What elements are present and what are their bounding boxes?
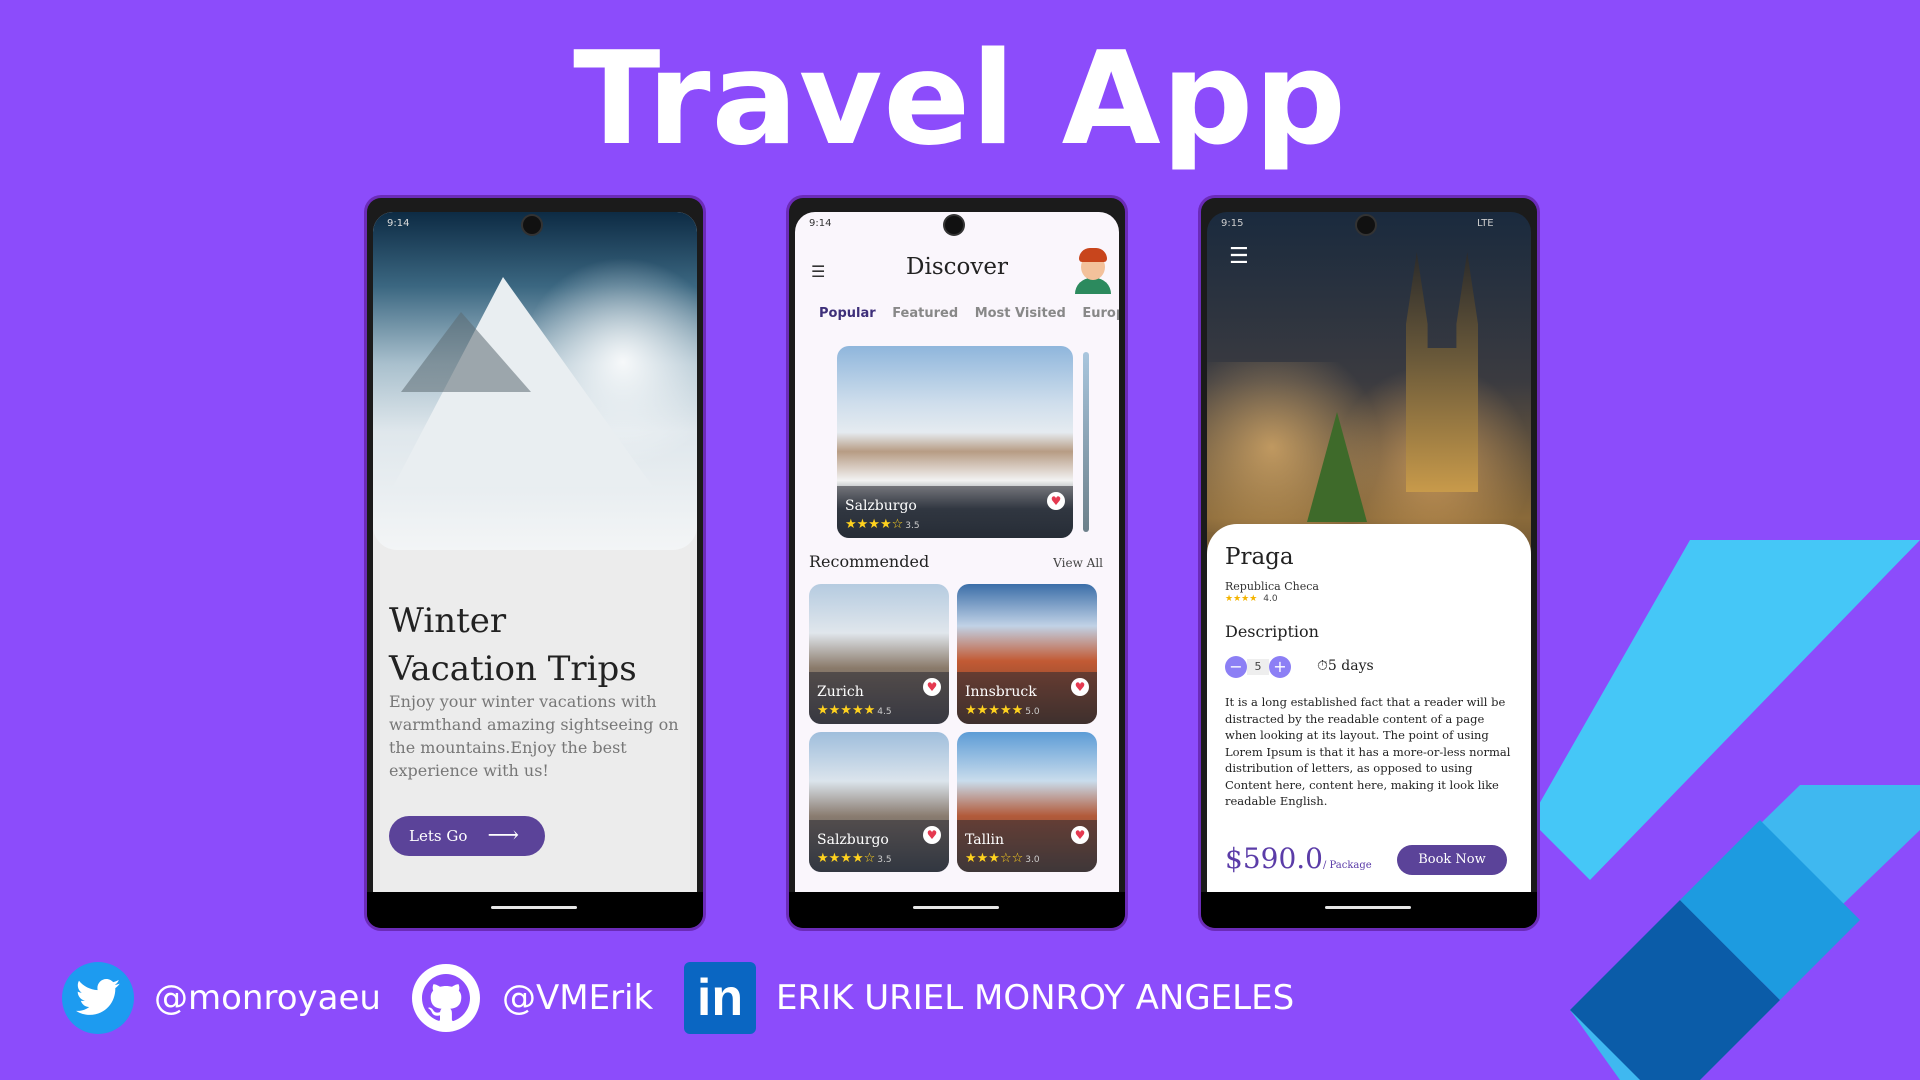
detail-sheet: Praga Republica Checa ★★★★ 4.0 Descriptio… <box>1207 524 1531 892</box>
avatar[interactable] <box>1075 248 1111 294</box>
intro-description: Enjoy your winter vacations with warmtha… <box>389 692 679 780</box>
christmas-tree-image <box>1307 412 1367 522</box>
rating-value: 5.0 <box>1025 707 1040 717</box>
intro-heading: Winter Vacation Trips <box>389 597 679 693</box>
tab-featured[interactable]: Featured <box>892 306 958 321</box>
category-tabs: Popular Featured Most Visited Europe <box>819 306 1119 321</box>
price-value: $590.0 <box>1225 842 1323 875</box>
card-name: Innsbruck <box>965 684 1037 700</box>
intro-heading-line2: Vacation Trips <box>389 649 637 689</box>
rating-value: 3.5 <box>905 521 920 531</box>
heart-icon[interactable]: ♥ <box>923 678 941 696</box>
github-icon <box>410 962 482 1034</box>
quantity-stepper: −5 + <box>1225 656 1291 678</box>
tab-popular[interactable]: Popular <box>819 306 876 321</box>
hero-card-rating: ★★★★☆ 3.5 <box>845 517 920 532</box>
star-icons: ★★★★☆ <box>817 851 876 866</box>
network-indicator: LTE <box>1477 218 1494 229</box>
recommended-card[interactable]: Tallin ★★★☆☆ 3.0 ♥ <box>957 732 1097 872</box>
recommended-card[interactable]: Innsbruck ★★★★★ 5.0 ♥ <box>957 584 1097 724</box>
flutter-logo <box>1530 540 1920 1080</box>
description-body: It is a long established fact that a rea… <box>1225 695 1511 808</box>
book-now-button[interactable]: Book Now <box>1397 845 1507 875</box>
status-time: 9:14 <box>809 218 832 229</box>
github-handle-text: @VMErik <box>502 978 654 1018</box>
camera-icon <box>523 216 541 234</box>
recommended-card[interactable]: Zurich ★★★★★ 4.5 ♥ <box>809 584 949 724</box>
linkedin-profile[interactable]: in ERIK URIEL MONROY ANGELES <box>684 960 1294 1036</box>
card-name: Salzburgo <box>817 832 889 848</box>
card-name: Tallin <box>965 832 1005 848</box>
page-title: Discover <box>906 254 1008 280</box>
rating-value: 3.0 <box>1025 855 1040 865</box>
star-icons: ★★★★☆ <box>845 517 904 532</box>
twitter-handle[interactable]: @monroyaeu <box>62 960 381 1036</box>
duration-value: 5 days <box>1327 658 1374 674</box>
card-rating: ★★★★☆ 3.5 <box>817 851 892 866</box>
status-time: 9:14 <box>387 218 410 229</box>
banner-title: Travel App <box>573 25 1347 174</box>
tab-most-visited[interactable]: Most Visited <box>975 306 1066 321</box>
next-card-peek[interactable] <box>1083 352 1089 532</box>
card-rating: ★★★★★ 5.0 <box>965 703 1040 718</box>
description-heading: Description <box>1225 622 1319 641</box>
rating-value: 4.0 <box>1263 594 1278 604</box>
intro-screen: 9:14 Winter Vacation Trips Enjoy your wi… <box>373 212 697 892</box>
home-indicator[interactable] <box>367 892 703 928</box>
rating-value: 3.5 <box>877 855 892 865</box>
city-rating: ★★★★ 4.0 <box>1225 594 1278 604</box>
camera-icon <box>945 216 963 234</box>
hero-card-salzburgo[interactable]: Salzburgo ★★★★☆ 3.5 ♥ <box>837 346 1073 538</box>
star-icons: ★★★★ <box>1225 594 1258 604</box>
github-handle[interactable]: @VMErik <box>410 960 653 1036</box>
tab-europe[interactable]: Europe <box>1082 306 1119 321</box>
minus-button[interactable]: − <box>1225 656 1247 678</box>
heart-icon[interactable]: ♥ <box>1071 826 1089 844</box>
card-rating: ★★★☆☆ 3.0 <box>965 851 1040 866</box>
home-indicator[interactable] <box>789 892 1125 928</box>
city-lights-image <box>1207 362 1531 532</box>
duration: ⏱5 days <box>1317 658 1374 674</box>
price-unit: / Package <box>1322 860 1372 871</box>
star-icons: ★★★★★ <box>817 703 876 718</box>
timer-icon: ⏱ <box>1317 658 1328 674</box>
twitter-icon <box>62 962 134 1034</box>
star-icons: ★★★★★ <box>965 703 1024 718</box>
phone-discover: 9:14 ☰ Discover Popular Featured Most Vi… <box>789 198 1125 928</box>
discover-screen: 9:14 ☰ Discover Popular Featured Most Vi… <box>795 212 1119 892</box>
recommended-heading: Recommended <box>809 552 930 571</box>
linkedin-icon: in <box>684 962 756 1034</box>
heart-icon[interactable]: ♥ <box>923 826 941 844</box>
detail-screen: 9:15 LTE ☰ Praga Republica Checa ★★★★ 4.0… <box>1207 212 1531 892</box>
city-name: Praga <box>1225 544 1294 570</box>
quantity-value: 5 <box>1247 659 1269 675</box>
card-rating: ★★★★★ 4.5 <box>817 703 892 718</box>
phone-detail: 9:15 LTE ☰ Praga Republica Checa ★★★★ 4.0… <box>1201 198 1537 928</box>
status-time: 9:15 <box>1221 218 1244 229</box>
phone-winter-intro: 9:14 Winter Vacation Trips Enjoy your wi… <box>367 198 703 928</box>
cathedral-image <box>1406 252 1478 492</box>
card-name: Zurich <box>817 684 864 700</box>
rating-value: 4.5 <box>877 707 892 717</box>
heart-icon[interactable]: ♥ <box>1047 492 1065 510</box>
linkedin-name-text: ERIK URIEL MONROY ANGELES <box>776 978 1295 1018</box>
camera-icon <box>1357 216 1375 234</box>
plus-button[interactable]: + <box>1269 656 1291 678</box>
home-indicator[interactable] <box>1201 892 1537 928</box>
country-name: Republica Checa <box>1225 580 1319 593</box>
mountain-image <box>373 212 697 550</box>
intro-heading-line1: Winter <box>389 601 507 641</box>
lets-go-label: Lets Go <box>409 827 468 845</box>
arrow-right-icon: ⟶ <box>487 823 519 848</box>
hero-card-name: Salzburgo <box>845 498 917 514</box>
recommended-card[interactable]: Salzburgo ★★★★☆ 3.5 ♥ <box>809 732 949 872</box>
star-icons: ★★★☆☆ <box>965 851 1024 866</box>
heart-icon[interactable]: ♥ <box>1071 678 1089 696</box>
menu-icon[interactable]: ☰ <box>1229 244 1249 269</box>
lets-go-button[interactable]: Lets Go ⟶ <box>389 816 545 856</box>
price: $590.0/ Package <box>1225 842 1372 875</box>
twitter-handle-text: @monroyaeu <box>154 978 381 1018</box>
view-all-link[interactable]: View All <box>1053 556 1103 570</box>
